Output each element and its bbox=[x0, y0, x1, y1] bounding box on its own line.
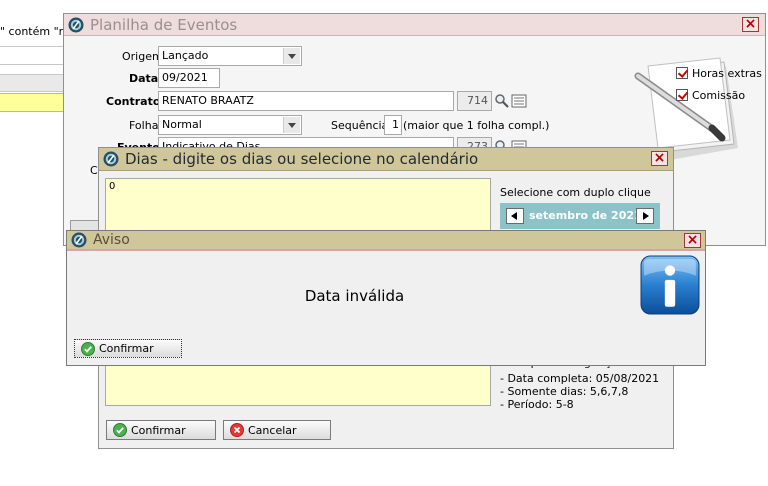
close-icon[interactable]: × bbox=[651, 151, 668, 166]
dias-titlebar[interactable]: Dias - digite os dias ou selecione no ca… bbox=[99, 148, 673, 171]
close-icon[interactable]: × bbox=[742, 17, 759, 32]
list-icon[interactable] bbox=[511, 93, 527, 109]
folha-label: Folha bbox=[129, 119, 159, 132]
background-line bbox=[0, 46, 66, 47]
aviso-titlebar[interactable]: Aviso × bbox=[67, 231, 705, 251]
partial-label: C bbox=[90, 164, 98, 177]
origem-label: Origem bbox=[122, 50, 163, 63]
sequencia-hint: (maior que 1 folha compl.) bbox=[403, 119, 550, 132]
horas-extras-label: Horas extras bbox=[692, 67, 762, 80]
aviso-message: Data inválida bbox=[304, 287, 405, 305]
app-logo-icon bbox=[103, 151, 119, 167]
info-icon bbox=[640, 255, 700, 315]
background-line bbox=[0, 64, 66, 65]
sequencia-input[interactable]: 1 bbox=[384, 115, 402, 135]
contrato-code-field: 714 bbox=[457, 91, 492, 111]
origem-select[interactable]: Lançado bbox=[158, 46, 302, 66]
check-icon bbox=[113, 423, 127, 437]
aviso-confirm-button[interactable]: Confirmar bbox=[74, 339, 182, 358]
cancel-icon bbox=[230, 423, 244, 437]
confirm-button[interactable]: Confirmar bbox=[106, 420, 216, 440]
chevron-down-icon[interactable] bbox=[283, 117, 300, 133]
cancel-button[interactable]: Cancelar bbox=[223, 420, 331, 440]
calendar-hint: Selecione com duplo clique bbox=[500, 186, 651, 199]
close-icon[interactable]: × bbox=[684, 233, 701, 248]
search-icon[interactable] bbox=[494, 93, 510, 109]
calendar-header: setembro de 2021 bbox=[500, 203, 660, 229]
sequencia-label: Sequência bbox=[331, 119, 389, 132]
help-line-3: - Período: 5-8 bbox=[500, 398, 574, 411]
chevron-left-icon[interactable] bbox=[506, 208, 524, 224]
horas-extras-checkbox[interactable] bbox=[676, 67, 688, 79]
background-selected-row[interactable] bbox=[0, 93, 66, 112]
data-input[interactable]: 09/2021 bbox=[158, 68, 220, 88]
app-logo-icon bbox=[71, 232, 87, 248]
contrato-label: Contrato bbox=[106, 95, 161, 108]
app-logo-icon bbox=[68, 17, 84, 32]
chevron-right-icon[interactable] bbox=[636, 208, 654, 224]
help-line-1: - Data completa: 05/08/2021 bbox=[500, 372, 660, 385]
data-label: Data bbox=[129, 72, 159, 85]
background-toolbar-strip bbox=[0, 74, 66, 92]
dias-title: Dias - digite os dias ou selecione no ca… bbox=[125, 150, 479, 168]
planilha-titlebar[interactable]: Planilha de Eventos × bbox=[64, 14, 765, 36]
comissao-label: Comissão bbox=[692, 89, 746, 102]
calendar-month-label: setembro de 2021 bbox=[529, 209, 642, 222]
background-filter-text: " contém "re bbox=[0, 25, 70, 38]
planilha-title: Planilha de Eventos bbox=[90, 15, 238, 34]
aviso-dialog: Aviso × Data inválida Confirmar bbox=[66, 230, 706, 366]
folha-select[interactable]: Normal bbox=[158, 115, 302, 135]
check-icon bbox=[81, 341, 95, 356]
chevron-down-icon[interactable] bbox=[283, 48, 300, 64]
aviso-title: Aviso bbox=[93, 232, 130, 248]
contrato-input[interactable]: RENATO BRAATZ bbox=[158, 91, 454, 111]
comissao-checkbox[interactable] bbox=[676, 89, 688, 101]
help-line-2: - Somente dias: 5,6,7,8 bbox=[500, 385, 629, 398]
